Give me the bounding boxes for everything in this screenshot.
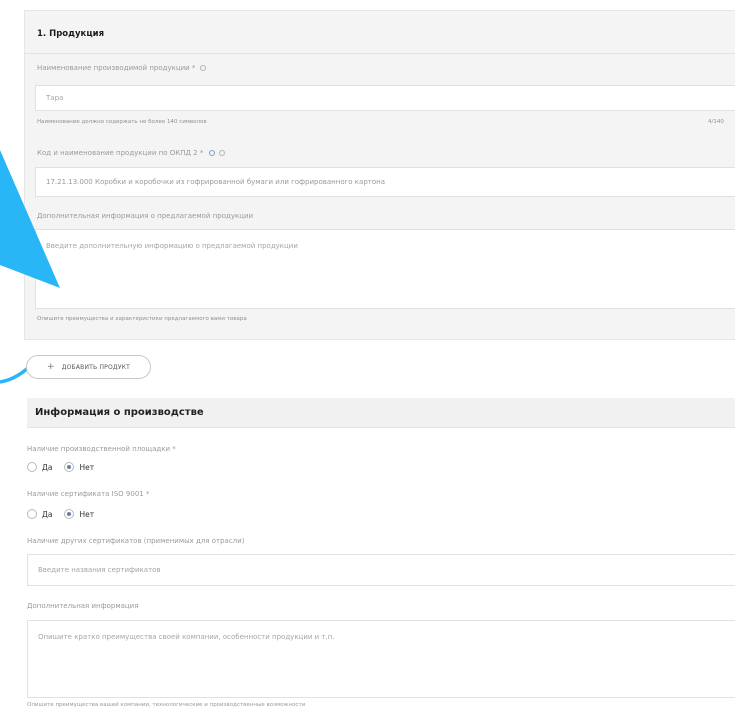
- iso-option-no[interactable]: Нет: [64, 509, 94, 519]
- plus-icon: +: [47, 362, 55, 372]
- help-icon[interactable]: [208, 150, 215, 156]
- product-name-value: Тара: [46, 94, 64, 102]
- product-name-label: Наименование производимой продукции *: [37, 64, 196, 72]
- radio-checked-icon[interactable]: [64, 462, 75, 472]
- add-product-label: ДОБАВИТЬ ПРОДУКТ: [61, 363, 130, 371]
- add-product-button[interactable]: + ДОБАВИТЬ ПРОДУКТ: [26, 355, 151, 379]
- okpd-select[interactable]: 17.21.13.000 Коробки и коробочки из гофр…: [35, 167, 735, 197]
- radio-checked-icon[interactable]: [64, 509, 75, 519]
- product-name-label-row: Наименование производимой продукции *: [37, 64, 206, 72]
- iso-option-yes[interactable]: Да: [27, 509, 52, 519]
- production-section-title: Информация о производстве: [35, 407, 204, 418]
- facilities-option-no[interactable]: Нет: [64, 462, 94, 472]
- other-certs-placeholder: Введите названия сертификатов: [38, 566, 161, 574]
- facilities-option-yes[interactable]: Да: [27, 462, 52, 472]
- extra-production-placeholder: Опишите кратко преимущества своей компан…: [38, 633, 335, 641]
- extra-production-textarea[interactable]: Опишите кратко преимущества своей компан…: [27, 620, 735, 698]
- facilities-label: Наличие производственной площадки *: [27, 445, 176, 453]
- card-divider: [25, 53, 735, 54]
- option-yes-label: Да: [42, 509, 53, 519]
- product-name-input[interactable]: Тара: [35, 85, 735, 111]
- extra-info-textarea[interactable]: Введите дополнительную информацию о пред…: [35, 229, 735, 309]
- extra-production-label: Дополнительная информация: [27, 602, 139, 610]
- option-no-label: Нет: [79, 462, 95, 472]
- info-icon[interactable]: [199, 65, 206, 71]
- callout-pointer-line: [0, 366, 30, 384]
- radio-unchecked-icon[interactable]: [27, 462, 37, 472]
- product-card: 1. Продукция Наименование производимой п…: [24, 10, 735, 340]
- product-card-title: 1. Продукция: [37, 29, 105, 39]
- other-certs-input[interactable]: Введите названия сертификатов: [27, 554, 735, 586]
- extra-info-hint: Опишите преимущества и характеристики пр…: [37, 316, 247, 322]
- option-yes-label: Да: [42, 462, 53, 472]
- okpd-label: Код и наименование продукции по ОКПД 2 *: [37, 149, 204, 157]
- okpd-label-row: Код и наименование продукции по ОКПД 2 *: [37, 149, 225, 157]
- iso-radio-group: Да Нет: [27, 509, 106, 519]
- extra-info-placeholder: Введите дополнительную информацию о пред…: [46, 242, 298, 250]
- product-name-counter: 4/140: [708, 119, 724, 125]
- radio-unchecked-icon[interactable]: [27, 509, 37, 519]
- iso-label: Наличие сертификата ISO 9001 *: [27, 490, 150, 498]
- option-no-label: Нет: [79, 509, 95, 519]
- bottom-hint: Опишите преимущества вашей компании, тех…: [27, 702, 306, 708]
- info-icon[interactable]: [218, 150, 225, 156]
- other-certs-label: Наличие других сертификатов (применимых …: [27, 537, 245, 545]
- product-name-hint: Наименование должно содержать не более 1…: [37, 119, 207, 125]
- extra-info-label: Дополнительная информация о предлагаемой…: [37, 212, 254, 220]
- production-section-header: Информация о производстве: [27, 398, 735, 428]
- okpd-value: 17.21.13.000 Коробки и коробочки из гофр…: [46, 178, 385, 186]
- facilities-radio-group: Да Нет: [27, 462, 106, 472]
